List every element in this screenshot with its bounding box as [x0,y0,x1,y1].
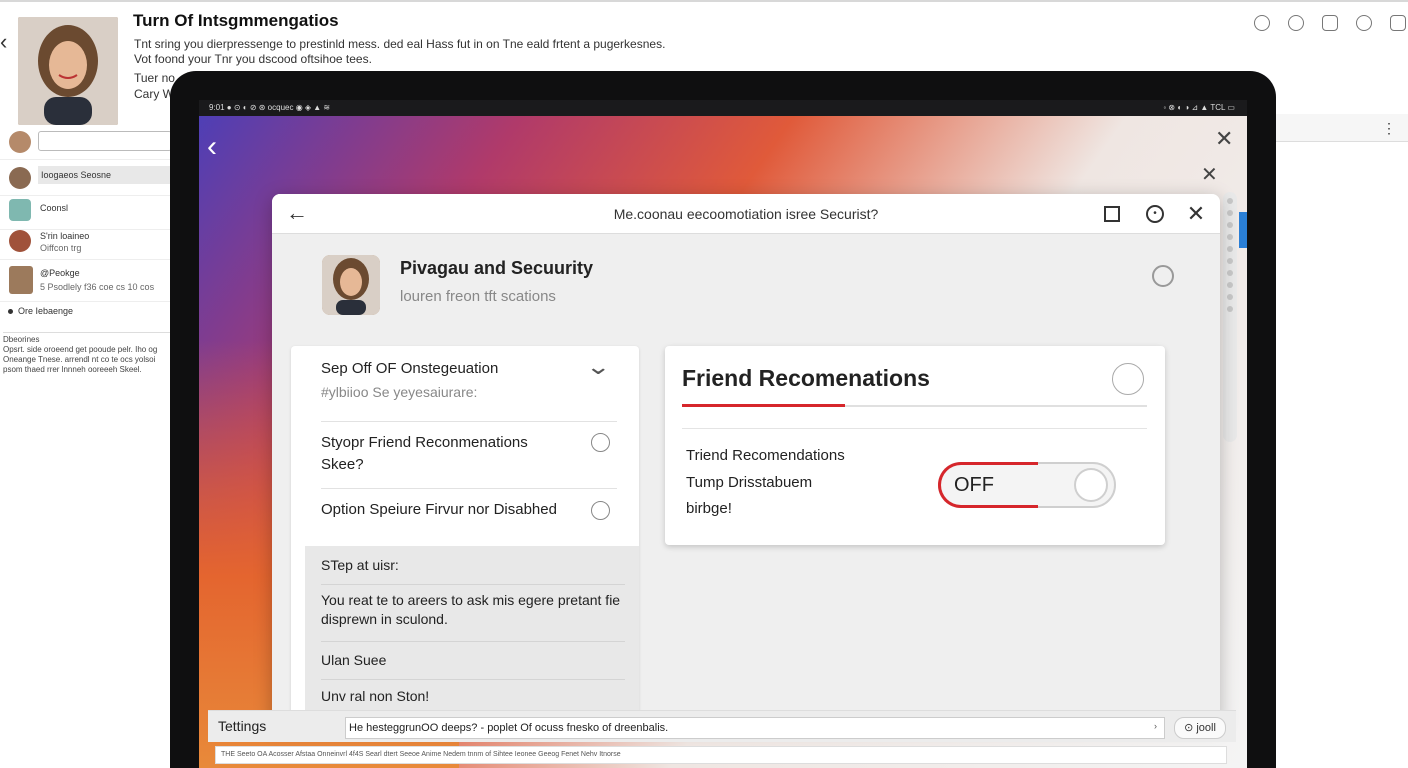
sidebar-bullet-text: Ore Iebaenge [18,306,74,316]
avatar [9,131,31,153]
section-title: Pivagau and Secuurity [400,258,594,278]
progress-track [682,404,1147,407]
step-item[interactable]: Ulan Suee [321,651,386,670]
contact-name: @Peokge [40,268,80,278]
article-line: Tuer no [134,71,175,85]
dialog-title: Me.coonau eecoomotiation isree Securist? [613,206,879,222]
step-label: STep at uisr: [321,557,399,573]
maximize-icon[interactable] [1104,206,1120,222]
card-title: Friend Recomenations [682,365,930,391]
divider [321,641,625,642]
friend-recommendations-card: Friend Recomenations Triend Recomendatio… [665,346,1165,545]
right-toolbar-strip: ⋮ [1276,114,1408,142]
contact-name: S'rin loaineo [40,231,90,241]
card-radio[interactable] [1112,363,1144,395]
option-label: Option Speiure Firvur nor Disabhed [321,501,557,518]
article-title: Turn Of Intsgmmengatios [133,11,339,30]
settings-bar: Tettings He hesteggrunOO deeps? - poplet… [208,710,1236,742]
setting-label: birbge! [686,500,732,517]
friend-recommendations-toggle[interactable]: OFF [938,462,1116,508]
toggle-knob[interactable] [1074,468,1108,502]
avatar [9,167,31,189]
scroll-indicator [1239,212,1247,248]
dialog-titlebar: ← Me.coonau eecoomotiation isree Securis… [272,194,1220,234]
privacy-dialog: ← Me.coonau eecoomotiation isree Securis… [272,194,1220,724]
option-radio[interactable] [591,501,610,520]
divider [682,428,1147,429]
profile-photo [322,255,380,315]
contact-name: Coonsl [40,203,69,213]
sidebar-search-input[interactable] [38,131,172,151]
back-chevron-icon[interactable]: ‹ [207,130,217,164]
avatar [9,230,31,252]
info-icon[interactable]: • [1146,205,1164,223]
option-radio[interactable] [591,433,610,452]
close-icon[interactable]: ✕ [1215,126,1233,152]
sidebar-paragraph: Dbeorines Opsrt. side oroeend get pooude… [3,332,171,375]
card-subheading: #ylbiioo Se yeyesaiurare: [321,384,478,400]
contact-name: Ioogaeos Seosne [38,166,172,184]
top-toolbar [1254,15,1408,31]
setting-label: Tump Drisstabuem [686,474,813,491]
flag-icon[interactable] [1390,15,1406,31]
list-item[interactable] [0,126,172,160]
sidebar-paragraph-title: Dbeorines [3,335,40,344]
setting-label: Triend Recomendations [686,447,845,464]
option-label: Styopr Friend Reconmenations Skee? [321,434,528,473]
list-item[interactable]: @Peokge 5 Psodlely f36 coe cs 10 cos [0,262,172,302]
compass-icon[interactable] [1254,15,1270,31]
divider [321,488,617,489]
more-vertical-icon[interactable]: ⋮ [1382,120,1396,137]
hero-photo [18,17,118,125]
card-heading: Sep Off OF Onstegeuation [321,360,499,377]
list-item[interactable]: Coonsl [0,196,172,230]
status-left: 9:01 ● ⊙ ◐ ⊘ ⊛ ocquec ◉ ◈ ▲ ≋ [209,103,331,112]
settings-label: Tettings [218,718,267,734]
sidebar-paragraph-body: Opsrt. side oroeend get pooude pelr. Iho… [3,345,158,374]
footer-bar: THE Seeto OA Acosser Afstaa Onneinvrl 4f… [215,746,1227,764]
article-line: Tnt sring you dierpressenge to prestinld… [134,37,666,51]
close-icon[interactable]: ✕ [1186,203,1206,225]
contact-status: 5 Psodlely f36 coe cs 10 cos [40,282,155,292]
settings-input[interactable]: He hesteggrunOO deeps? - poplet Of ocuss… [345,717,1165,739]
step-item[interactable]: Unv ral non Ston! [321,687,429,706]
step-section: STep at uisr: You reat te to areers to a… [305,546,639,724]
bullet-icon [8,309,13,314]
avatar [9,199,31,221]
article-line: Vot foond your Tnr you dscood oftsihoe t… [134,52,372,66]
divider [321,421,617,422]
status-right: ◦ ⊗ ◐ ◑ ⊿ ▲ TCL ▭ [1163,103,1235,112]
chat-icon[interactable] [1356,15,1372,31]
avatar [9,266,33,294]
toggle-state: OFF [954,474,994,496]
section-subtitle: louren freon tft scations [400,288,556,305]
contact-status: Oiffcon trg [40,243,82,253]
profile-radio[interactable] [1152,265,1174,287]
scrollbar[interactable] [1223,192,1237,442]
status-bar: 9:01 ● ⊙ ◐ ⊘ ⊛ ocquec ◉ ◈ ▲ ≋ ◦ ⊗ ◐ ◑ ⊿ … [199,100,1247,116]
list-item[interactable]: S'rin loaineo Oiffcon trg [0,226,172,260]
back-chevron-icon[interactable]: ‹ [0,31,12,53]
link-icon[interactable] [1288,15,1304,31]
close-icon[interactable]: ✕ [1201,162,1218,187]
square-icon[interactable] [1322,15,1338,31]
chevron-right-icon[interactable]: › [1154,721,1157,731]
step-text: You reat te to areers to ask mis egere p… [321,592,621,627]
top-divider [0,0,1408,2]
app-root: ‹ Turn Of Intsgmmengatios Tnt sring you … [0,0,1408,768]
progress-fill [682,404,845,407]
article-line: Cary W [134,87,174,101]
settings-card: Sep Off OF Onstegeuation #ylbiioo Se yey… [291,346,639,724]
tool-button[interactable]: ⊙ jooll [1174,717,1226,739]
list-item[interactable]: Ioogaeos Seosne [0,162,172,196]
divider [321,584,625,585]
chevron-down-icon[interactable]: ⌄ [585,354,611,380]
divider [321,679,625,680]
